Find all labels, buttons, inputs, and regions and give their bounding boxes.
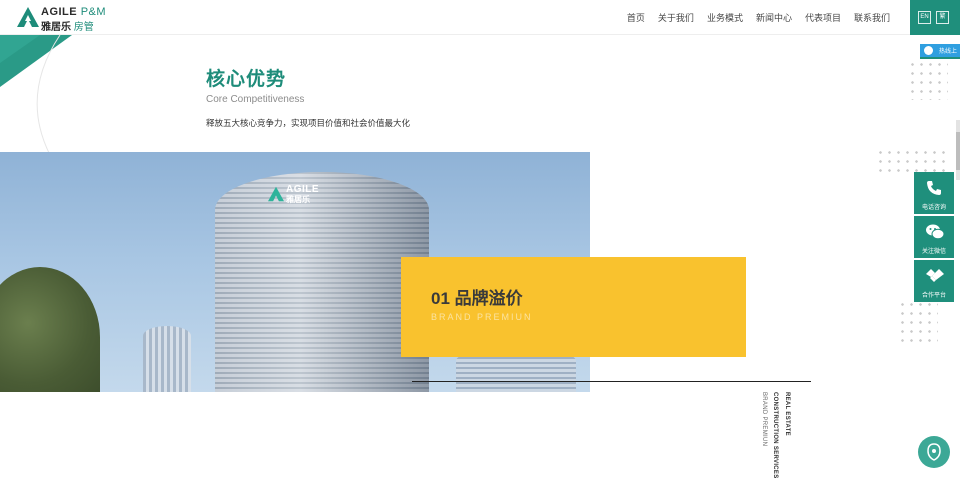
wechat-icon [926,224,944,240]
nav-projects[interactable]: 代表项目 [805,11,841,24]
vertical-text-construction: CONSTRUCTION SERVICES [772,392,778,479]
partner-platform-button[interactable]: 合作平台 [914,260,954,302]
card-title: 01 品牌溢价 [431,289,523,308]
scrollbar-thumb[interactable] [956,132,960,170]
hotline-badge[interactable]: 热线上 [920,44,960,57]
left-tower [143,326,191,392]
logo-text-en: AGILE P&M [41,6,107,18]
card-subtitle: BRAND PREMIUN [431,312,533,322]
phone-icon [927,181,941,195]
nav-contact[interactable]: 联系我们 [854,11,890,24]
wechat-follow-button[interactable]: 关注微信 [914,216,954,258]
curve-decoration [36,35,61,155]
phone-consult-button[interactable]: 电话咨询 [914,172,954,214]
lang-traditional-button[interactable]: 繁 [936,11,949,24]
agile-logo-icon [17,7,39,27]
nav-news[interactable]: 新闻中心 [756,11,792,24]
main-tower [215,172,429,392]
building-logo-icon [268,186,284,202]
vertical-text-real-estate: REAL ESTATE [784,392,790,436]
service-icon [927,443,941,461]
nav-about[interactable]: 关于我们 [658,11,694,24]
section-title: 核心优势 [206,69,287,90]
dot-pattern-top [908,60,948,100]
nav-business[interactable]: 业务模式 [707,11,743,24]
agile-logo[interactable]: AGILE P&M 雅居乐 房管 [17,5,117,33]
dot-pattern-low [898,300,938,344]
advantage-card: 01 品牌溢价 BRAND PREMIUN [401,257,746,357]
section-subtitle: Core Competitiveness [206,94,305,105]
logo-text-cn: 雅居乐 房管 [41,22,94,33]
contact-float-panel: 电话咨询 关注微信 合作平台 [914,172,954,304]
lang-en-button[interactable]: EN [918,11,931,24]
main-nav: 首页 关于我们 业务模式 新闻中心 代表项目 联系我们 [627,11,890,24]
language-switcher: EN 繁 [910,0,960,35]
dot-pattern-mid [876,148,948,172]
section-description: 释放五大核心竞争力，实现项目价值和社会价值最大化 [206,118,411,128]
hotline-icon [924,46,933,55]
nav-home[interactable]: 首页 [627,11,645,24]
vertical-text-brand: BRAND PREMIUN [761,392,767,447]
online-service-button[interactable] [918,436,950,468]
handshake-icon [926,269,944,282]
badge-strip [920,57,960,59]
tree [0,267,100,392]
building-logo: AGILE 雅居乐 [268,184,348,204]
header: AGILE P&M 雅居乐 房管 首页 关于我们 业务模式 新闻中心 代表项目 … [0,0,960,35]
divider-line [412,381,811,382]
